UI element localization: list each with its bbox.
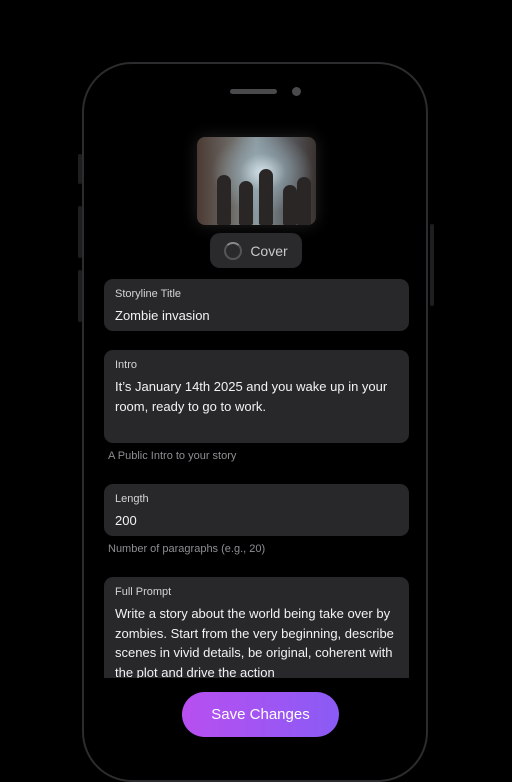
cover-button-label: Cover bbox=[250, 242, 288, 259]
storyline-title-field[interactable]: Storyline Title Zombie invasion bbox=[104, 279, 409, 331]
intro-label: Intro bbox=[115, 359, 138, 371]
intro-helper-text: A Public Intro to your story bbox=[108, 450, 237, 462]
loading-spinner-icon bbox=[224, 241, 243, 260]
intro-textarea[interactable]: It’s January 14th 2025 and you wake up i… bbox=[115, 377, 398, 416]
length-label: Length bbox=[115, 493, 149, 505]
length-input[interactable]: 200 bbox=[115, 511, 398, 531]
storyline-title-label: Storyline Title bbox=[115, 288, 182, 300]
full-prompt-label: Full Prompt bbox=[115, 586, 172, 598]
save-changes-button[interactable]: Save Changes bbox=[182, 692, 339, 737]
cover-image[interactable] bbox=[197, 137, 316, 225]
power-button bbox=[430, 224, 434, 306]
length-field[interactable]: Length 200 bbox=[104, 484, 409, 536]
full-prompt-textarea[interactable]: Write a story about the world being take… bbox=[115, 604, 398, 678]
volume-up-button bbox=[78, 206, 82, 258]
edit-storyline-screen: Cover Storyline Title Zombie invasion In… bbox=[84, 64, 426, 678]
volume-down-button bbox=[78, 270, 82, 322]
silent-switch bbox=[78, 154, 82, 184]
full-prompt-field[interactable]: Full Prompt Write a story about the worl… bbox=[104, 577, 409, 678]
cover-button[interactable]: Cover bbox=[210, 233, 302, 268]
intro-field[interactable]: Intro It’s January 14th 2025 and you wak… bbox=[104, 350, 409, 443]
storyline-title-input[interactable]: Zombie invasion bbox=[115, 306, 398, 326]
length-helper-text: Number of paragraphs (e.g., 20) bbox=[108, 543, 266, 555]
